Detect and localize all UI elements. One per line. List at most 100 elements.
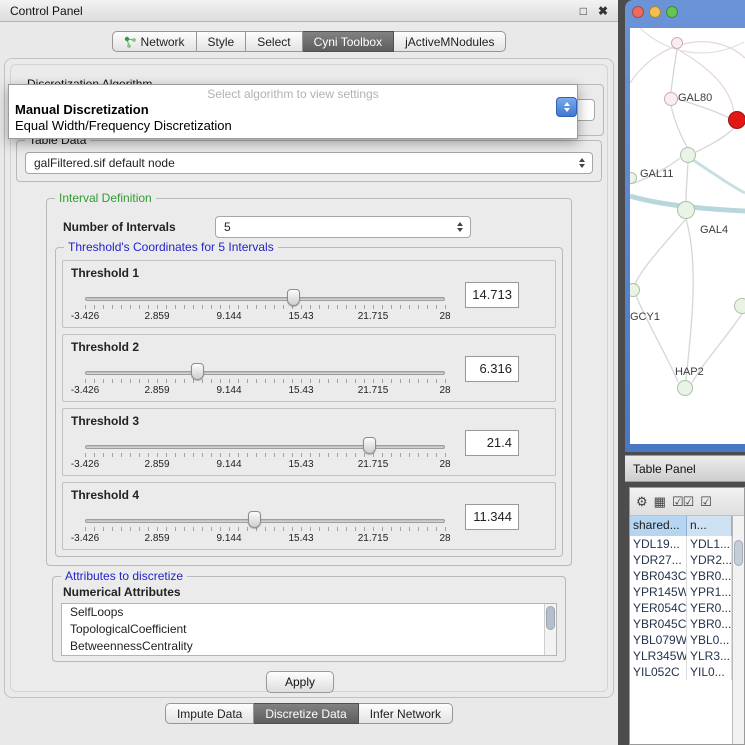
tab-impute-data[interactable]: Impute Data [165, 703, 254, 724]
table-cell[interactable]: YDL1... [687, 536, 732, 552]
scrollbar-thumb[interactable] [734, 540, 743, 566]
network-node[interactable] [734, 298, 745, 314]
threshold-value-field[interactable]: 14.713 [465, 282, 519, 308]
network-node[interactable] [664, 92, 678, 106]
tab-label: Select [257, 35, 290, 49]
scale-label: -3.426 [71, 311, 99, 322]
tab-style[interactable]: Style [197, 31, 247, 52]
popup-options: Manual DiscretizationEqual Width/Frequen… [9, 102, 577, 134]
scale-label: 28 [439, 459, 450, 470]
column-chooser-icon[interactable]: ▦ [654, 494, 665, 510]
tab-network[interactable]: Network [112, 31, 197, 52]
tab-discretize-data[interactable]: Discretize Data [254, 703, 358, 724]
scale-label: 21.715 [358, 533, 389, 544]
scale-label: 15.43 [288, 311, 313, 322]
scale-label: 21.715 [358, 311, 389, 322]
table-scrollbar[interactable] [732, 516, 744, 744]
slider-thumb[interactable] [287, 289, 300, 306]
table-cell[interactable]: YPR1... [687, 584, 732, 600]
table-cell[interactable]: YPR145W [630, 584, 687, 600]
table-cell[interactable]: YER054C [630, 600, 687, 616]
network-node[interactable] [728, 111, 745, 129]
slider-thumb[interactable] [191, 363, 204, 380]
selected-rows-icon[interactable]: ☑ [700, 494, 711, 510]
scrollbar-thumb[interactable] [546, 606, 555, 630]
table-row[interactable]: YIL052CYIL0... [630, 664, 732, 680]
table-cell[interactable]: YBR0... [687, 616, 732, 632]
network-node[interactable] [671, 37, 683, 49]
float-window-icon[interactable]: □ [580, 5, 587, 17]
combo-stepper-button[interactable] [556, 97, 577, 117]
minimize-button[interactable] [649, 6, 661, 18]
table-cell[interactable]: YBR043C [630, 568, 687, 584]
threshold-value-field[interactable]: 21.4 [465, 430, 519, 456]
table-row[interactable]: YBR045CYBR0... [630, 616, 732, 632]
slider-ticks [85, 453, 446, 457]
tab-cyni-toolbox[interactable]: Cyni Toolbox [303, 31, 394, 52]
slider-track[interactable] [85, 445, 445, 449]
network-node[interactable] [680, 147, 696, 163]
threshold-value-field[interactable]: 11.344 [465, 504, 519, 530]
combo-stepper-icon [452, 222, 468, 232]
table-cell[interactable]: YLR3... [687, 648, 732, 664]
table-row[interactable]: YER054CYER0... [630, 600, 732, 616]
table-cell[interactable]: YBR0... [687, 568, 732, 584]
algorithm-option-equal-width-frequency-discretization[interactable]: Equal Width/Frequency Discretization [9, 118, 577, 134]
show-all-columns-icon[interactable]: ☑☑ [672, 494, 693, 510]
scale-label: 21.715 [358, 385, 389, 396]
table-data-value: galFiltered.sif default node [26, 156, 574, 170]
apply-button[interactable]: Apply [266, 671, 334, 693]
table-row[interactable]: YBR043CYBR0... [630, 568, 732, 584]
slider-track[interactable] [85, 371, 445, 375]
table-cell[interactable]: YER0... [687, 600, 732, 616]
slider-thumb[interactable] [363, 437, 376, 454]
network-node[interactable] [677, 201, 695, 219]
table-cell[interactable]: YLR345W [630, 648, 687, 664]
close-button[interactable] [632, 6, 644, 18]
threshold-slider[interactable]: -3.4262.8599.14415.4321.71528 [85, 285, 447, 327]
column-header-name[interactable]: n... [687, 516, 732, 536]
algorithm-option-manual-discretization[interactable]: Manual Discretization [9, 102, 577, 118]
attribute-item-betweennesscentrality[interactable]: BetweennessCentrality [62, 638, 556, 655]
scale-label: 2.859 [144, 385, 169, 396]
slider-scale: -3.4262.8599.14415.4321.71528 [85, 311, 445, 323]
threshold-value-field[interactable]: 6.316 [465, 356, 519, 382]
table-row[interactable]: YDR27...YDR2... [630, 552, 732, 568]
list-scrollbar[interactable] [544, 604, 556, 655]
table-data-combo[interactable]: galFiltered.sif default node [25, 152, 593, 174]
tab-jactivemnodules[interactable]: jActiveMNodules [394, 31, 506, 52]
num-intervals-combo[interactable]: 5 [215, 216, 471, 238]
tab-select[interactable]: Select [246, 31, 302, 52]
slider-track[interactable] [85, 297, 445, 301]
tab-infer-network[interactable]: Infer Network [359, 703, 453, 724]
table-cell[interactable]: YIL0... [687, 664, 732, 680]
table-cell[interactable]: YDL19... [630, 536, 687, 552]
network-node-label: HAP2 [675, 366, 704, 378]
attributes-list[interactable]: SelfLoopsTopologicalCoefficientBetweenne… [61, 603, 557, 656]
table-cell[interactable]: YDR2... [687, 552, 732, 568]
table-row[interactable]: YDL19...YDL1... [630, 536, 732, 552]
threshold-slider[interactable]: -3.4262.8599.14415.4321.71528 [85, 433, 447, 475]
settings-gear-icon[interactable]: ⚙ [636, 494, 647, 510]
threshold-slider[interactable]: -3.4262.8599.14415.4321.71528 [85, 507, 447, 549]
attribute-item-topologicalcoefficient[interactable]: TopologicalCoefficient [62, 621, 556, 638]
table-row[interactable]: YLR345WYLR3... [630, 648, 732, 664]
attribute-item-selfloops[interactable]: SelfLoops [62, 604, 556, 621]
table-row[interactable]: YPR145WYPR1... [630, 584, 732, 600]
table-cell[interactable]: YDR27... [630, 552, 687, 568]
zoom-button[interactable] [666, 6, 678, 18]
slider-track[interactable] [85, 519, 445, 523]
table-cell[interactable]: YBL079W [630, 632, 687, 648]
close-icon[interactable]: ✖ [598, 5, 608, 17]
table-cell[interactable]: YIL052C [630, 664, 687, 680]
column-header-shared-name[interactable]: shared... [630, 516, 687, 536]
table-row[interactable]: YBL079WYBL0... [630, 632, 732, 648]
threshold-label: Threshold 3 [71, 414, 139, 428]
network-node[interactable] [677, 380, 693, 396]
table-cell[interactable]: YBR045C [630, 616, 687, 632]
network-canvas[interactable]: GAL80GAL11GAL4GCY1HAP2 [630, 28, 745, 444]
threshold-slider[interactable]: -3.4262.8599.14415.4321.71528 [85, 359, 447, 401]
slider-thumb[interactable] [248, 511, 261, 528]
threshold-label: Threshold 1 [71, 266, 139, 280]
table-cell[interactable]: YBL0... [687, 632, 732, 648]
